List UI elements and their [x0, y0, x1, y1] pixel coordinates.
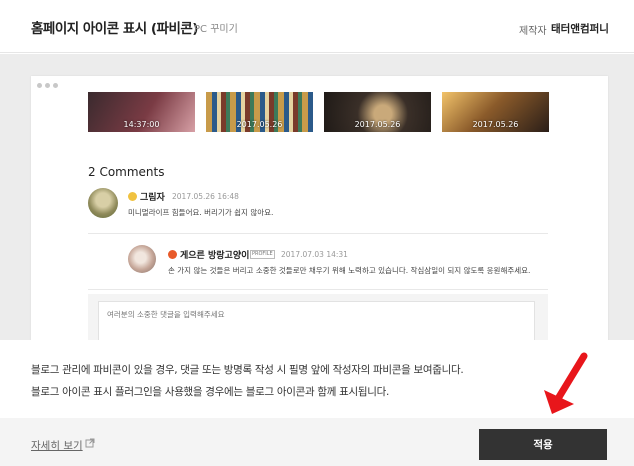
- favicon-badge-icon: [168, 250, 177, 259]
- profile-tag: PROFILE: [250, 250, 275, 259]
- comment-text: 손 가지 않는 것들은 버리고 소중한 것들로만 채우기 위해 노력하고 있습니…: [168, 266, 531, 275]
- window-dot: [45, 83, 50, 88]
- maker-label: 제작자: [519, 26, 547, 37]
- post-thumbnail: 2017.05.26: [442, 92, 549, 132]
- comment-divider: [88, 289, 548, 290]
- plugin-title: 홈페이지 아이콘 표시 (파비콘): [31, 21, 198, 37]
- favicon-badge-icon: [128, 192, 137, 201]
- post-thumbnail: 2017.05.26: [324, 92, 431, 132]
- thumbnail-date: 2017.05.26: [354, 120, 401, 129]
- more-info-link[interactable]: 자세히 보기: [31, 438, 83, 453]
- comment-placeholder: 여러분의 소중한 댓글을 입력해주세요: [107, 310, 225, 319]
- post-thumbnail: 2017.05.26: [206, 92, 313, 132]
- preview-browser-window: 14:37:00 2017.05.26 2017.05.26 2017.05.2…: [31, 76, 608, 376]
- avatar: [88, 188, 118, 218]
- description-line: 블로그 관리에 파비콘이 있을 경우, 댓글 또는 방명록 작성 시 필명 앞에…: [31, 364, 464, 376]
- comment-author: 그림자: [140, 193, 165, 203]
- comment-date: 2017.07.03 14:31: [281, 250, 348, 259]
- window-dot: [53, 83, 58, 88]
- comment-text: 미니멀라이프 힘들어요. 버리기가 쉽지 않아요.: [128, 208, 274, 217]
- plugin-category: PC 꾸미기: [194, 24, 238, 35]
- external-link-icon: [85, 438, 95, 448]
- plugin-header: 홈페이지 아이콘 표시 (파비콘) PC 꾸미기 제작자 태터앤컴퍼니: [0, 0, 634, 53]
- window-dots: [37, 83, 58, 88]
- thumbnail-date: 14:37:00: [123, 120, 160, 129]
- preview-area: 14:37:00 2017.05.26 2017.05.26 2017.05.2…: [0, 54, 634, 376]
- window-dot: [37, 83, 42, 88]
- post-thumbnail: 14:37:00: [88, 92, 195, 132]
- comment-divider: [88, 233, 548, 234]
- comment-author: 게으른 방랑고양이: [180, 251, 250, 261]
- comments-title: 2 Comments: [88, 165, 165, 179]
- comment-date: 2017.05.26 16:48: [172, 192, 239, 201]
- avatar: [128, 245, 156, 273]
- plugin-description: 블로그 관리에 파비콘이 있을 경우, 댓글 또는 방명록 작성 시 필명 앞에…: [0, 340, 634, 418]
- description-line: 블로그 아이콘 표시 플러그인을 사용했을 경우에는 블로그 아이콘과 함께 표…: [31, 386, 389, 398]
- thumbnail-date: 2017.05.26: [472, 120, 519, 129]
- maker-name: 태터앤컴퍼니: [551, 23, 609, 35]
- thumbnail-date: 2017.05.26: [236, 120, 283, 129]
- apply-button[interactable]: 적용: [479, 429, 607, 460]
- plugin-footer: 자세히 보기 적용: [0, 418, 634, 466]
